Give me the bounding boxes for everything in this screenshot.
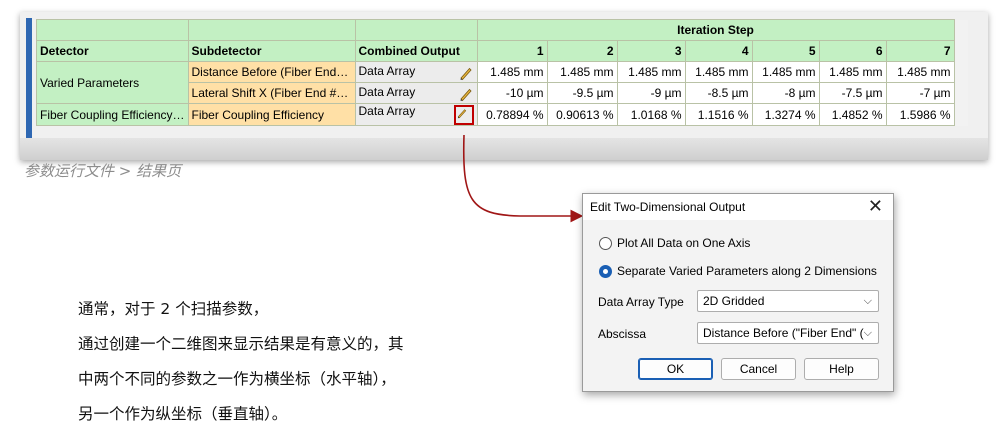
abscissa-value: Distance Before ("Fiber End" (	[703, 326, 864, 340]
dialog-title: Edit Two-Dimensional Output	[590, 200, 746, 214]
explanation-text: 通常，对于 2 个扫描参数， 通过创建一个二维图来显示结果是有意义的，其 中两个…	[78, 292, 404, 432]
radio-label-separate-2-dimensions[interactable]: Separate Varied Parameters along 2 Dimen…	[617, 264, 877, 278]
explanation-line: 通常，对于 2 个扫描参数，	[78, 300, 269, 318]
edit-2d-output-dialog: Edit Two-Dimensional Output ✕ Plot All D…	[582, 193, 894, 392]
data-array-type-label: Data Array Type	[598, 295, 684, 309]
data-array-type-select[interactable]: 2D Gridded ⌵	[697, 290, 879, 312]
explanation-line: 中两个不同的参数之一作为横坐标（水平轴），	[78, 370, 396, 388]
radio-label-plot-all-one-axis[interactable]: Plot All Data on One Axis	[617, 236, 750, 250]
explanation-line: 通过创建一个二维图来显示结果是有意义的，其	[78, 335, 404, 353]
abscissa-select[interactable]: Distance Before ("Fiber End" ( ⌵	[697, 322, 879, 344]
chevron-down-icon: ⌵	[863, 327, 872, 339]
dialog-title-bar[interactable]: Edit Two-Dimensional Output ✕	[583, 194, 893, 220]
cancel-button[interactable]: Cancel	[721, 358, 796, 380]
abscissa-label: Abscissa	[598, 327, 647, 341]
help-button[interactable]: Help	[804, 358, 879, 380]
close-icon[interactable]: ✕	[868, 196, 883, 217]
radio-separate-2-dimensions[interactable]	[599, 265, 612, 278]
ok-button[interactable]: OK	[638, 358, 713, 380]
data-array-type-value: 2D Gridded	[703, 294, 765, 308]
radio-plot-all-one-axis[interactable]	[599, 237, 612, 250]
chevron-down-icon: ⌵	[863, 295, 872, 307]
explanation-line: 另一个作为纵坐标（垂直轴）。	[78, 405, 288, 423]
